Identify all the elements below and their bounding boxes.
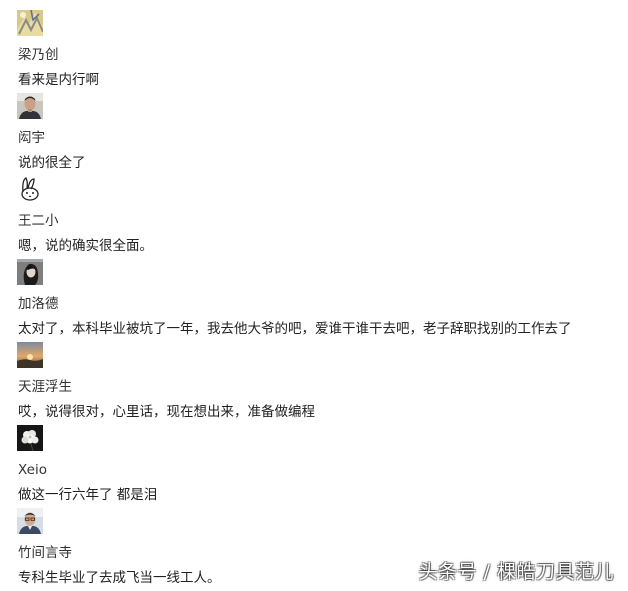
comment-item: 王二小 嗯，说的确实很全面。 [17,176,617,259]
man-portrait-avatar-icon[interactable] [17,93,43,119]
yellow-pattern-avatar-icon[interactable] [17,10,43,36]
watermark: 头条号 / 棵皓刀具范儿 [418,561,614,583]
comment-item: 天涯浮生 哎，说得很对，心里话，现在想出来，准备做编程 [17,342,617,425]
comment-text: 太对了，本科毕业被坑了一年，我去他大爷的吧，爱谁干谁干去吧，老子辞职找别的工作去… [18,321,572,337]
comment-text: 做这一行六年了 都是泪 [18,487,158,503]
comment-username[interactable]: 闳宇 [18,129,45,147]
comment-text: 说的很全了 [18,155,86,171]
comment-list: 梁乃创 看来是内行啊 闳宇 说的很全了 王二小 嗯，说的确实很全面。 加洛德 太… [0,0,628,590]
comment-text: 嗯，说的确实很全面。 [18,238,153,254]
comment-username[interactable]: 王二小 [18,212,59,230]
comment-item: 加洛德 太对了，本科毕业被坑了一年，我去他大爷的吧，爱谁干谁干去吧，老子辞职找别… [17,259,617,342]
comment-username[interactable]: 竹间言寺 [18,544,72,562]
sunset-landscape-avatar-icon[interactable] [17,342,43,368]
comment-username[interactable]: Xeio [18,461,47,479]
comment-username[interactable]: 天涯浮生 [18,378,72,396]
comment-text: 看来是内行啊 [18,72,99,88]
woman-portrait-avatar-icon[interactable] [17,259,43,285]
comment-item: 梁乃创 看来是内行啊 [17,10,617,93]
comment-text: 哎，说得很对，心里话，现在想出来，准备做编程 [18,404,315,420]
comment-username[interactable]: 梁乃创 [18,46,59,64]
comment-text: 专科生毕业了去成飞当一线工人。 [18,570,221,586]
comment-item: Xeio 做这一行六年了 都是泪 [17,425,617,508]
rabbit-sketch-avatar-icon[interactable] [17,176,43,202]
comment-item: 闳宇 说的很全了 [17,93,617,176]
comment-username[interactable]: 加洛德 [18,295,59,313]
white-flower-avatar-icon[interactable] [17,425,43,451]
man-glasses-avatar-icon[interactable] [17,508,43,534]
